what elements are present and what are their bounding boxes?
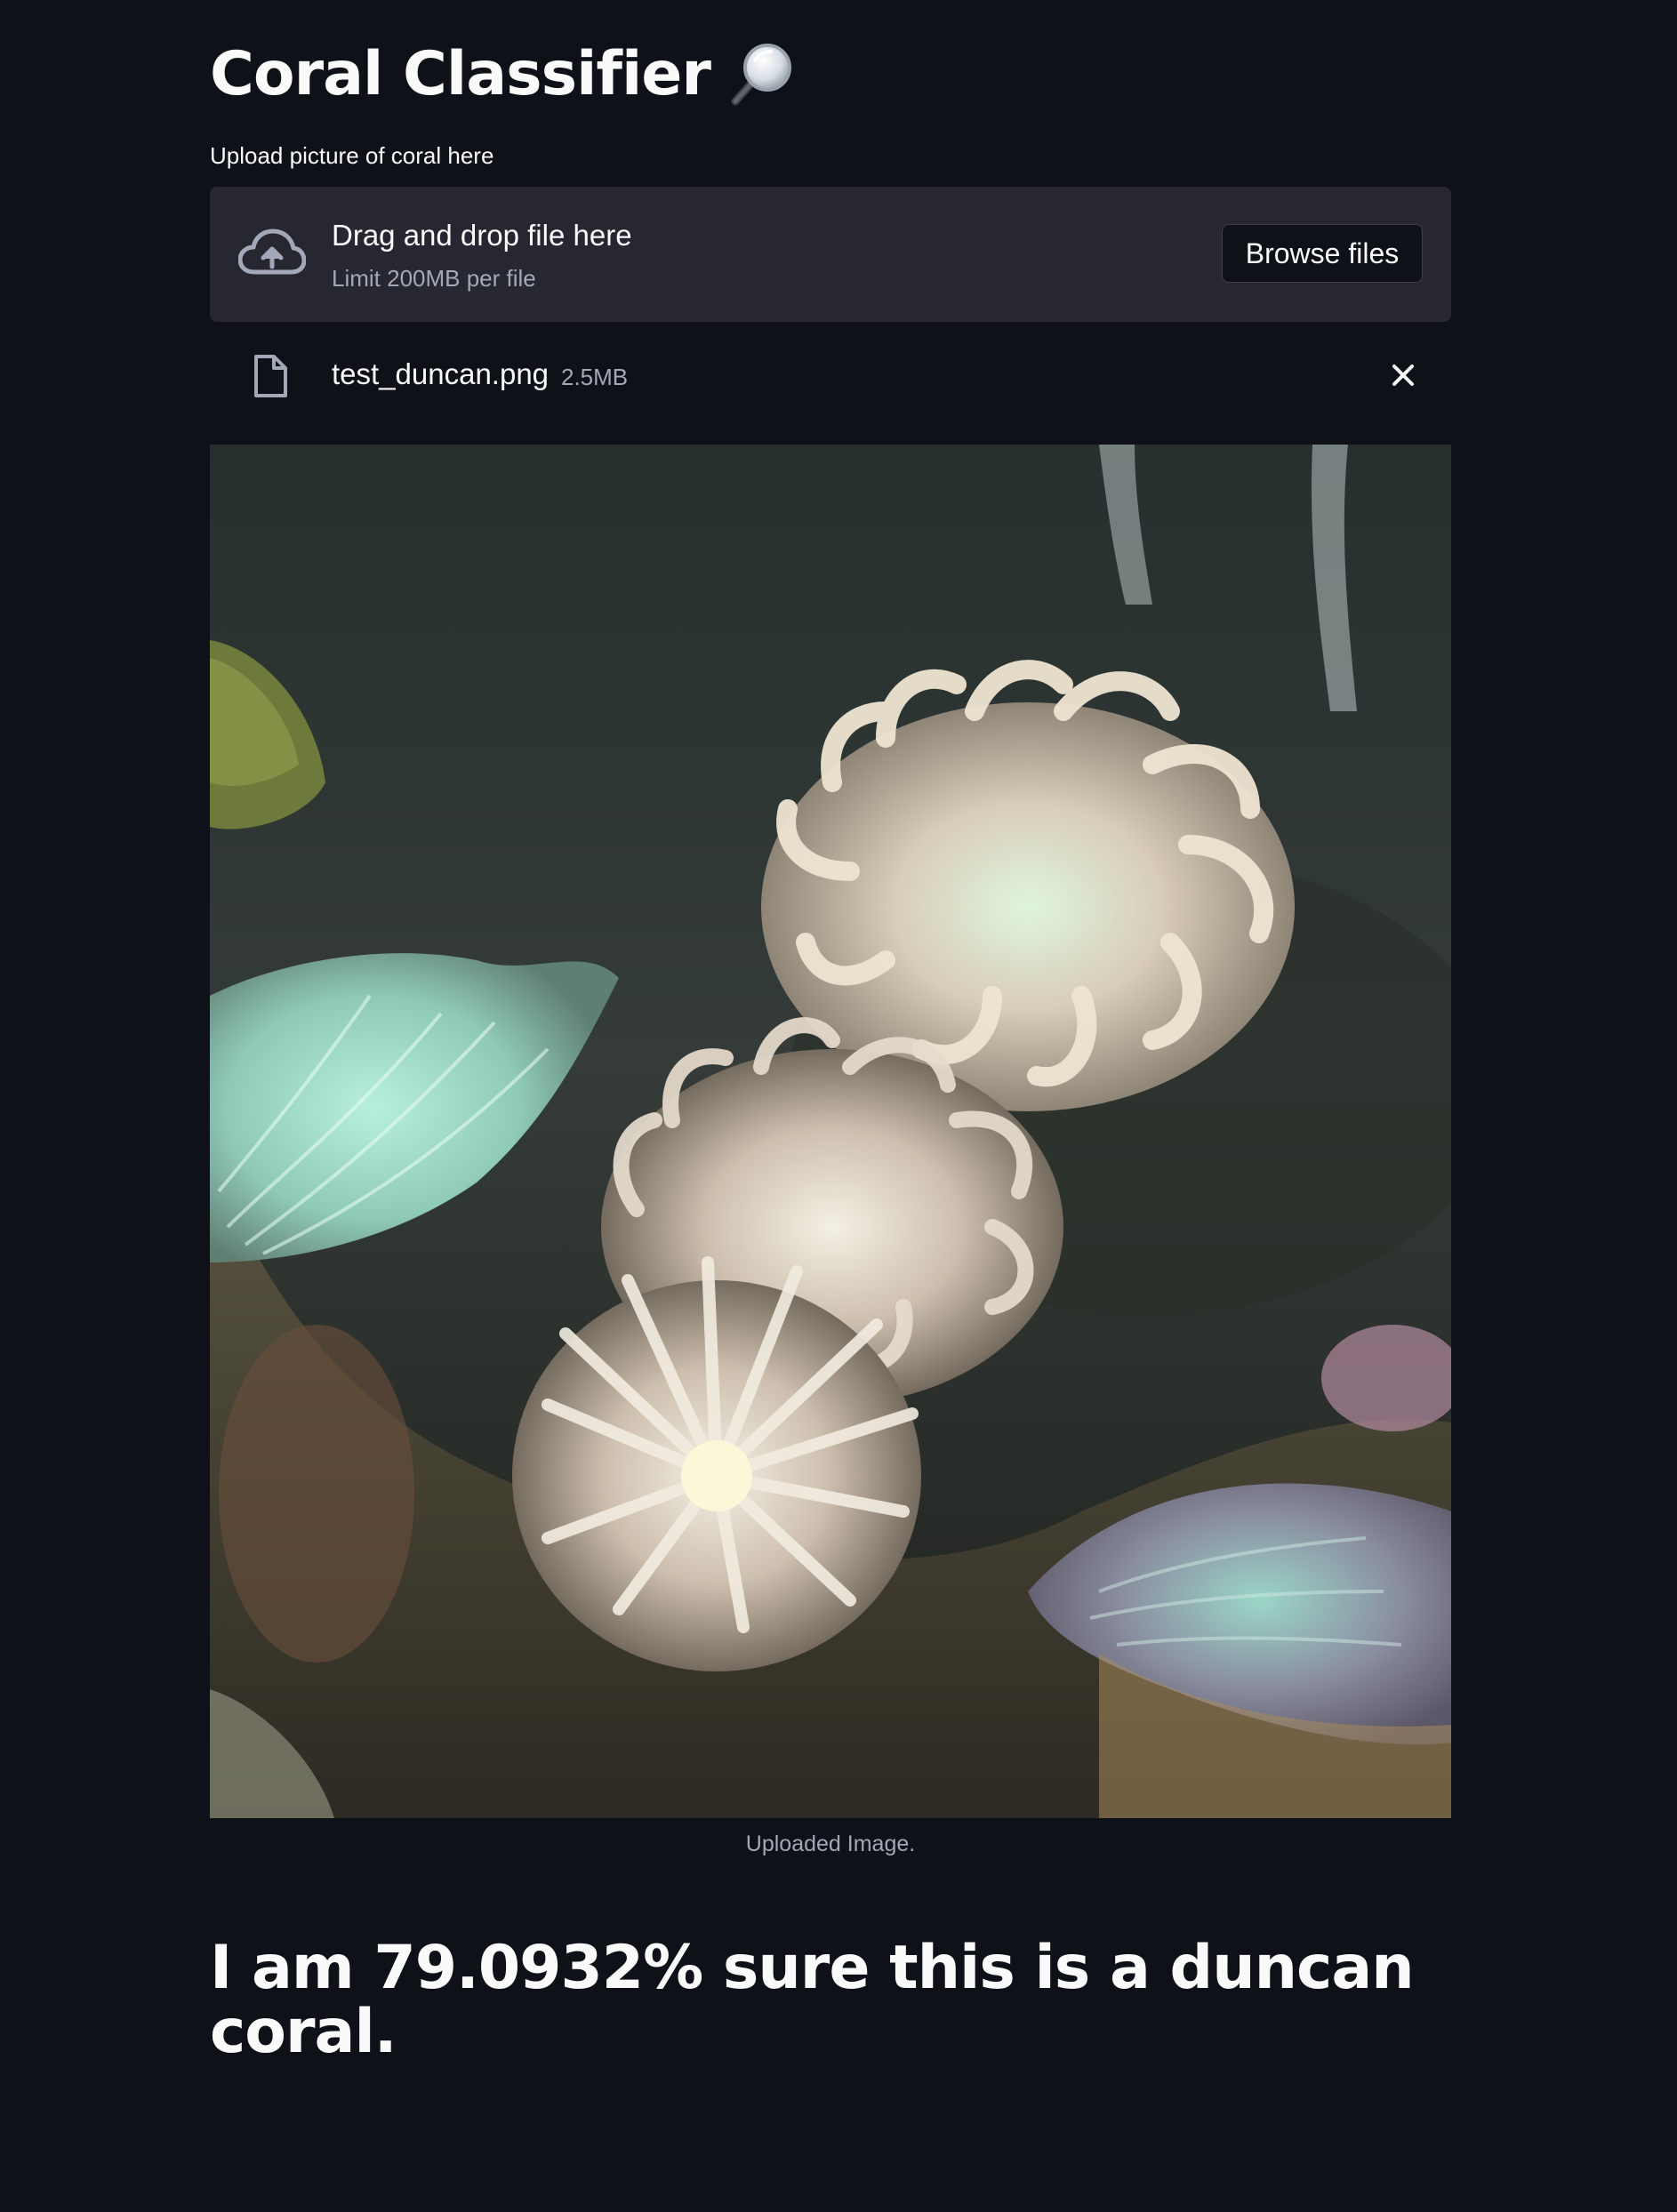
uploaded-image [210, 445, 1451, 1818]
close-icon[interactable] [1387, 359, 1419, 391]
page-title: Coral Classifier [210, 34, 794, 114]
uploader-label: Upload picture of coral here [210, 142, 494, 169]
page-title-text: Coral Classifier [210, 38, 711, 109]
prediction-result: I am 79.0932% sure this is a duncan cora… [210, 1933, 1415, 2067]
magnifier-icon [728, 41, 794, 107]
dropzone-title: Drag and drop file here [332, 219, 632, 252]
uploaded-file-row: test_duncan.png 2.5MB [210, 341, 1451, 409]
file-dropzone[interactable]: Drag and drop file here Limit 200MB per … [210, 187, 1451, 322]
image-caption: Uploaded Image. [745, 1831, 916, 1856]
uploaded-file-size: 2.5MB [561, 364, 629, 390]
dropzone-limit: Limit 200MB per file [332, 265, 536, 292]
browse-files-button[interactable]: Browse files [1222, 224, 1423, 283]
uploaded-file-name: test_duncan.png [332, 357, 550, 390]
cloud-upload-icon [237, 228, 307, 281]
file-icon [253, 354, 288, 398]
